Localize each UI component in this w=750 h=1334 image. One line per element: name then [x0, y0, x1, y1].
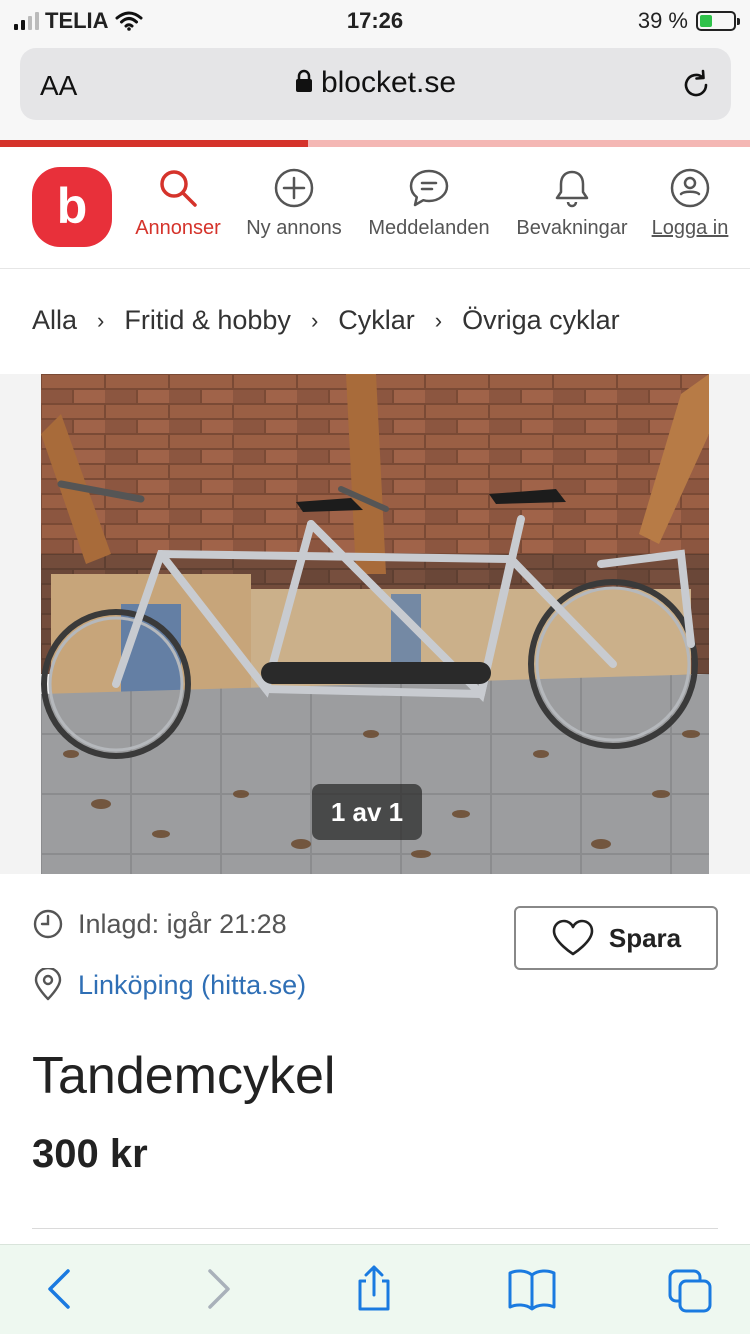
forward-icon[interactable]: [204, 1267, 234, 1311]
listing-title: Tandemcykel: [32, 1047, 336, 1105]
nav-label-logga-in: Logga in: [651, 217, 729, 239]
user-icon: [670, 168, 710, 208]
posted-row: Inlagd: igår 21:28: [32, 908, 287, 940]
breadcrumb: Alla › Fritid & hobby › Cyklar › Övriga …: [32, 305, 620, 336]
heart-icon: [552, 919, 594, 956]
breadcrumb-item-fritid[interactable]: Fritid & hobby: [124, 305, 291, 336]
nav-item-annonser[interactable]: Annonser: [132, 167, 224, 240]
image-counter: 1 av 1: [312, 784, 422, 840]
nav-item-ny-annons[interactable]: Ny annons: [243, 167, 345, 240]
plus-circle-icon: [274, 168, 314, 208]
nav-label-ny-annons: Ny annons: [246, 217, 342, 239]
chat-icon: [409, 169, 449, 207]
clock-icon: [33, 909, 63, 939]
bell-icon: [555, 170, 589, 208]
nav-item-bevakningar[interactable]: Bevakningar: [512, 167, 632, 240]
chevron-right-icon: ›: [310, 307, 319, 333]
nav-item-logga-in[interactable]: Logga in: [648, 167, 732, 240]
posted-text: Inlagd: igår 21:28: [78, 908, 287, 939]
save-button[interactable]: Spara: [514, 906, 718, 970]
chevron-right-icon: ›: [97, 307, 105, 333]
nav-label-meddelanden: Meddelanden: [368, 217, 490, 239]
url-field[interactable]: blocket.se: [20, 66, 731, 100]
divider: [32, 1228, 718, 1229]
back-icon[interactable]: [44, 1267, 74, 1311]
breadcrumb-item-alla[interactable]: Alla: [32, 305, 77, 336]
share-icon[interactable]: [354, 1263, 394, 1313]
tabs-icon[interactable]: [666, 1267, 714, 1315]
location-pin-icon: [34, 968, 62, 1001]
location-link[interactable]: Linköping (hitta.se): [78, 970, 306, 1001]
chevron-right-icon: ›: [434, 307, 443, 333]
breadcrumb-item-cyklar[interactable]: Cyklar: [338, 305, 415, 336]
location-row: Linköping (hitta.se): [32, 968, 306, 1002]
status-bar: TELIA 17:26 39 %: [0, 0, 750, 40]
url-text: blocket.se: [320, 66, 457, 99]
battery-percent: 39 %: [637, 8, 688, 33]
save-label: Spara: [608, 922, 682, 953]
reload-icon[interactable]: [679, 68, 713, 102]
browser-chrome: AA blocket.se: [0, 40, 750, 140]
browser-toolbar: [0, 1244, 750, 1334]
image-gallery: 1 av 1: [0, 374, 750, 874]
status-right: 39 %: [637, 8, 740, 34]
nav-label-annonser: Annonser: [135, 217, 221, 239]
battery-icon: [696, 11, 740, 31]
lock-icon: [295, 69, 312, 93]
logo-letter: b: [56, 178, 88, 234]
search-icon: [160, 170, 197, 207]
breadcrumb-item-ovriga[interactable]: Övriga cyklar: [462, 305, 620, 336]
nav-label-bevakningar: Bevakningar: [516, 217, 628, 239]
bookmarks-icon[interactable]: [506, 1267, 558, 1311]
site-nav: b Annonser Ny annons Meddelanden Bevakni…: [0, 147, 750, 269]
blocket-logo[interactable]: b: [32, 167, 112, 247]
address-bar[interactable]: AA blocket.se: [20, 48, 731, 120]
page-load-progress: [0, 140, 750, 147]
nav-item-meddelanden[interactable]: Meddelanden: [364, 167, 494, 240]
listing-price: 300 kr: [32, 1132, 148, 1176]
